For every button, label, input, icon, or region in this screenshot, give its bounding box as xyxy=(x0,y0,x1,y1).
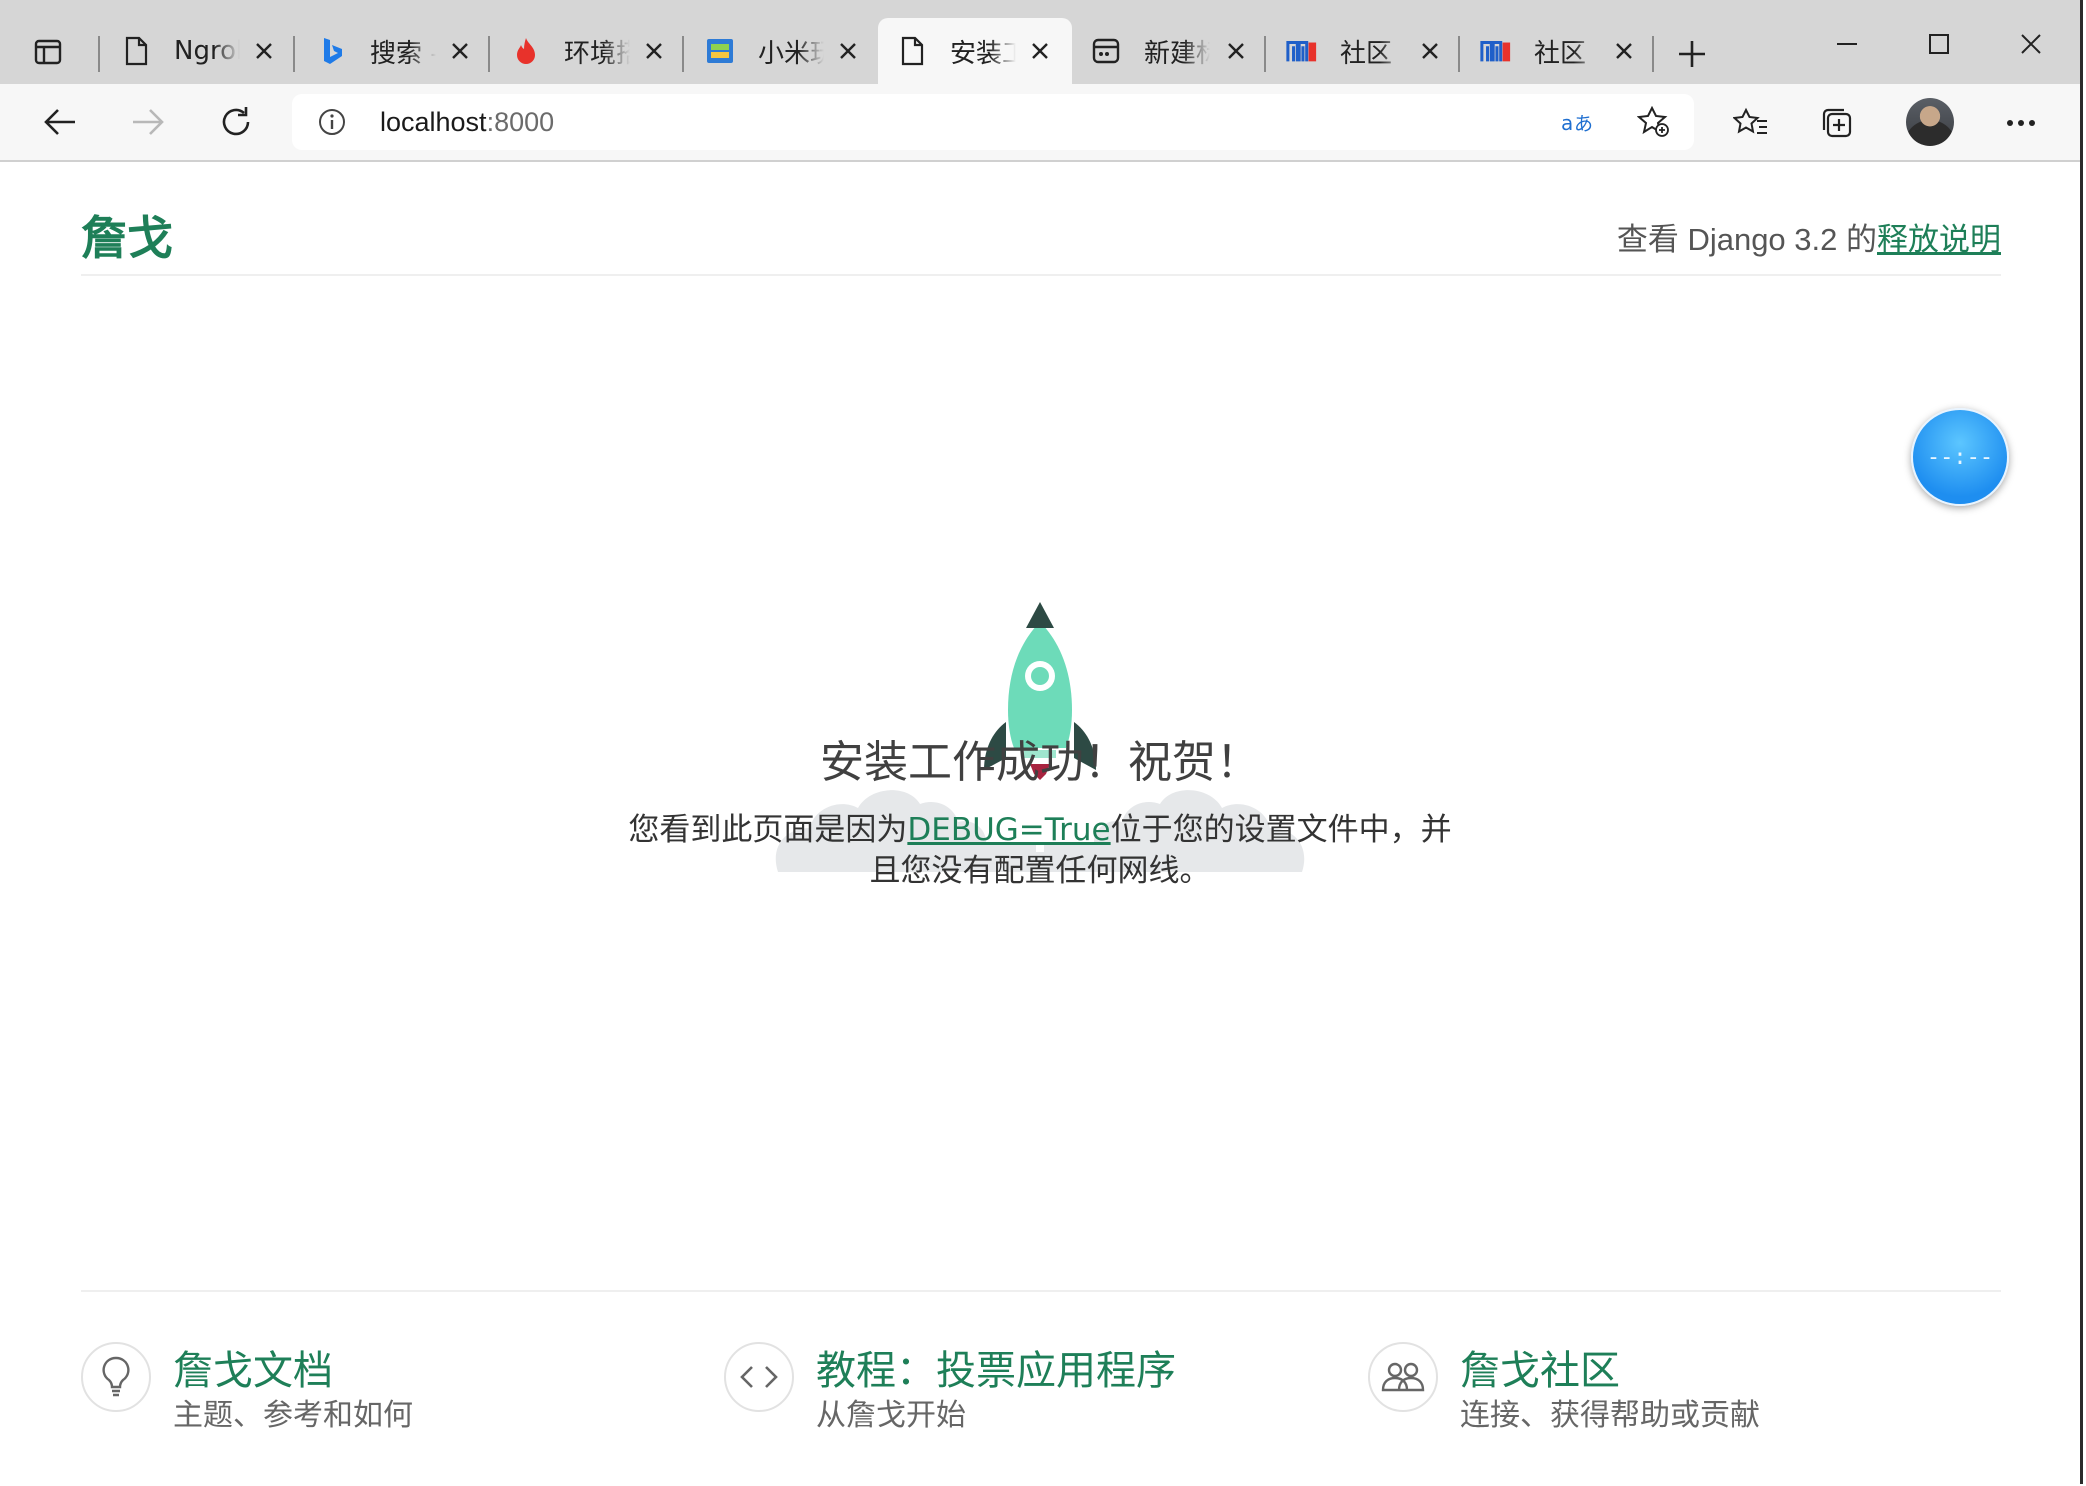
url-host: localhost xyxy=(380,107,487,137)
app-icon xyxy=(704,35,736,67)
tab-close-icon[interactable] xyxy=(834,37,862,65)
floating-timer-widget[interactable]: --:-- xyxy=(1911,408,2009,506)
flame-icon xyxy=(510,35,542,67)
tab-title: 搜索 - xyxy=(370,38,436,69)
collections-icon xyxy=(1822,108,1852,138)
tab-close-icon[interactable] xyxy=(1416,37,1444,65)
refresh-icon xyxy=(222,107,250,136)
tab-separator xyxy=(98,36,100,72)
svg-text:a: a xyxy=(1561,111,1573,135)
tab-title: Ngrok xyxy=(174,36,240,66)
lightbulb-icon xyxy=(81,1342,151,1412)
mi-icon xyxy=(1480,35,1512,67)
desc-text-before: 您看到此页面是因为 xyxy=(628,812,908,848)
maximize-button[interactable] xyxy=(1914,22,1964,66)
page-header: 詹戈 查看 Django 3.2 的释放说明 xyxy=(81,202,2001,276)
profile-avatar[interactable] xyxy=(1906,98,1954,146)
tab-title: 环境搭 xyxy=(564,38,630,69)
bing-icon xyxy=(316,35,348,67)
tab-close-icon[interactable] xyxy=(1026,37,1054,65)
release-notes: 查看 Django 3.2 的释放说明 xyxy=(1617,214,2001,259)
new-tab-button[interactable] xyxy=(1670,32,1714,76)
release-notes-prefix: 查看 Django 3.2 的 xyxy=(1616,222,1877,257)
more-menu-button[interactable] xyxy=(1998,100,2044,146)
minimize-icon xyxy=(1837,43,1857,45)
browser-window: Ngrok 搜索 - 环境搭 小米玩 安装工 新建标 xyxy=(0,0,2083,1484)
close-window-button[interactable] xyxy=(2006,22,2056,66)
address-bar[interactable]: localhost:8000 aあ xyxy=(292,94,1694,150)
django-logo[interactable]: 詹戈 xyxy=(81,202,173,268)
tab-0[interactable]: Ngrok xyxy=(110,18,294,84)
tab-separator xyxy=(1458,36,1460,72)
minimize-button[interactable] xyxy=(1822,22,1872,66)
tab-actions-button[interactable] xyxy=(28,32,68,72)
url-port: :8000 xyxy=(486,107,555,137)
debug-docs-link[interactable]: DEBUG=True xyxy=(907,812,1110,848)
footer-tutorial-subtitle: 从詹戈开始 xyxy=(816,1398,966,1433)
back-button[interactable] xyxy=(38,100,82,144)
release-notes-link[interactable]: 释放说明 xyxy=(1877,222,2001,257)
more-dots-icon xyxy=(2007,120,2035,126)
tab-3[interactable]: 小米玩 xyxy=(694,18,878,84)
tab-separator xyxy=(1652,36,1654,72)
close-icon xyxy=(2021,34,2041,54)
tab-title: 小米玩 xyxy=(758,38,824,69)
back-arrow-icon xyxy=(44,109,75,135)
url-text[interactable]: localhost:8000 xyxy=(380,106,554,138)
favorites-button[interactable] xyxy=(1728,100,1774,146)
footer-divider xyxy=(81,1290,2001,1292)
refresh-button[interactable] xyxy=(214,100,258,144)
tab-close-icon[interactable] xyxy=(640,37,668,65)
translate-icon[interactable]: aあ xyxy=(1560,106,1596,138)
tab-close-icon[interactable] xyxy=(250,37,278,65)
browser-toolbar: localhost:8000 aあ xyxy=(0,84,2080,162)
footer-docs-subtitle: 主题、参考和如何 xyxy=(173,1398,413,1433)
tab-2[interactable]: 环境搭 xyxy=(500,18,684,84)
site-info-icon[interactable] xyxy=(316,106,348,138)
tab-separator xyxy=(1264,36,1266,72)
tab-separator xyxy=(293,36,295,72)
tab-5[interactable]: 新建标 xyxy=(1082,18,1266,84)
tab-7[interactable]: 社区 xyxy=(1470,18,1654,84)
collections-button[interactable] xyxy=(1814,100,1860,146)
forward-button[interactable] xyxy=(126,100,170,144)
code-icon xyxy=(724,1342,794,1412)
tab-title: 新建标 xyxy=(1144,38,1210,69)
tab-separator xyxy=(682,36,684,72)
tab-separator xyxy=(488,36,490,72)
page-icon xyxy=(120,35,152,67)
plus-icon xyxy=(1679,41,1705,67)
tab-1[interactable]: 搜索 - xyxy=(306,18,490,84)
tab-close-icon[interactable] xyxy=(446,37,474,65)
people-icon xyxy=(1368,1342,1438,1412)
tab-title: 社区 xyxy=(1340,38,1393,69)
tab-strip: Ngrok 搜索 - 环境搭 小米玩 安装工 新建标 xyxy=(0,0,2080,84)
success-title: 安装工作成功！祝贺！ xyxy=(820,737,1260,788)
tab-4-active[interactable]: 安装工 xyxy=(878,18,1072,84)
footer-community-title[interactable]: 詹戈社区 xyxy=(1460,1338,1620,1396)
footer-tutorial-title[interactable]: 教程：投票应用程序 xyxy=(816,1338,1176,1396)
maximize-icon xyxy=(1929,34,1949,54)
add-favorite-icon[interactable] xyxy=(1636,106,1672,138)
tab-actions-icon xyxy=(34,39,62,65)
tab-close-icon[interactable] xyxy=(1610,37,1638,65)
tab-title: 社区 xyxy=(1534,38,1587,69)
tab-6[interactable]: 社区 xyxy=(1276,18,1460,84)
page-icon xyxy=(896,35,928,67)
page-content: 詹戈 查看 Django 3.2 的释放说明 安装工作成功！祝贺！ 您看到此页面… xyxy=(0,162,2080,1484)
tab-close-icon[interactable] xyxy=(1222,37,1250,65)
footer-docs-title[interactable]: 詹戈文档 xyxy=(173,1338,333,1396)
favorites-icon xyxy=(1733,107,1767,134)
footer-community-subtitle: 连接、获得帮助或贡献 xyxy=(1460,1398,1760,1433)
newtab-icon xyxy=(1090,35,1122,67)
success-description: 您看到此页面是因为DEBUG=True位于您的设置文件中，并且您没有配置任何网线… xyxy=(620,810,1460,892)
mi-icon xyxy=(1286,35,1318,67)
forward-arrow-icon xyxy=(133,109,164,135)
tab-title: 安装工 xyxy=(950,38,1016,69)
svg-text:あ: あ xyxy=(1574,113,1593,135)
